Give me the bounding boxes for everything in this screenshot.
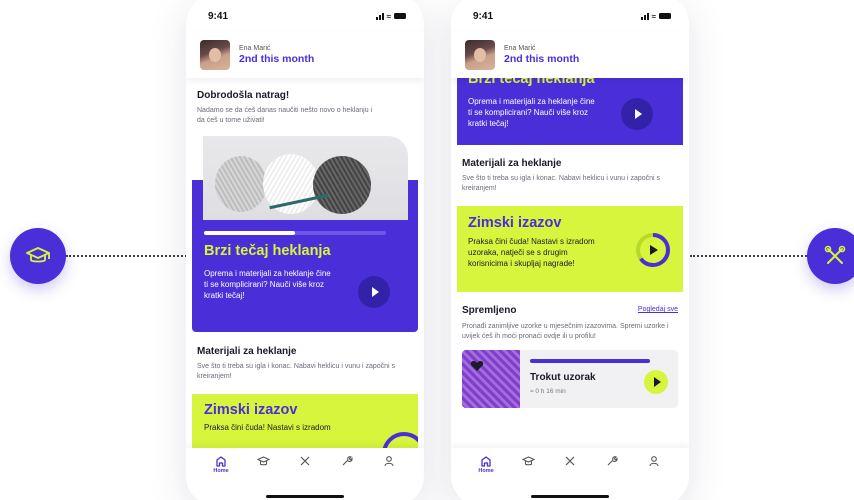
play-button[interactable] xyxy=(621,98,653,130)
user-name: Ena Marić xyxy=(504,45,536,52)
play-icon xyxy=(371,287,379,297)
crossed-tools-icon[interactable] xyxy=(807,228,854,284)
status-time: 9:41 xyxy=(208,10,229,22)
play-icon xyxy=(634,109,642,119)
pattern-play-button[interactable] xyxy=(644,370,668,394)
tab-home[interactable]: Home xyxy=(209,455,233,474)
home-icon xyxy=(481,456,491,467)
play-icon xyxy=(653,377,661,387)
showcase-stage: 9:41 ≈ Ena Marić 2nd this month Dobrodoš… xyxy=(0,0,854,500)
home-indicator xyxy=(531,495,609,498)
welcome-title: Dobrodošla natrag! xyxy=(197,90,290,101)
course-title: Brzi tečaj heklanja xyxy=(204,243,331,259)
course-text: Oprema i materijali za heklanje čine ti … xyxy=(204,269,331,300)
profile-header[interactable]: Ena Marić 2nd this month xyxy=(451,32,689,78)
pattern-image xyxy=(462,350,520,408)
tab-wrench[interactable] xyxy=(600,455,624,474)
tab-courses[interactable] xyxy=(516,455,540,474)
challenge-progress-ring[interactable] xyxy=(635,232,671,268)
status-icons: ≈ xyxy=(640,11,671,21)
tab-bar: Home xyxy=(451,448,689,500)
course-card[interactable]: Brzi tečaj heklanja Oprema i materijali … xyxy=(186,136,424,332)
user-rank: 2nd this month xyxy=(239,53,315,65)
avatar[interactable] xyxy=(465,40,495,70)
profile-header[interactable]: Ena Marić 2nd this month xyxy=(186,32,424,78)
crossed-tools-icon xyxy=(565,456,575,466)
feed[interactable]: Dobrodošla natrag! Nadamo se da ćeš dana… xyxy=(186,78,424,448)
course-progress-track xyxy=(204,231,386,235)
tab-wrench[interactable] xyxy=(335,455,359,474)
home-icon xyxy=(216,456,226,467)
challenge-text: Praksa čini čuda! Nastavi s izradom xyxy=(204,423,331,432)
challenge-text: Praksa čini čuda! Nastavi s izradom uzor… xyxy=(468,237,595,268)
tab-courses[interactable] xyxy=(251,455,275,474)
crossed-tools-icon xyxy=(300,456,310,466)
pattern-card[interactable]: Trokut uzorak ≈ 0 h 16 min xyxy=(462,350,678,408)
battery-icon xyxy=(659,13,671,19)
welcome-text: Nadamo se da ćeš danas naučiti nešto nov… xyxy=(197,107,373,124)
phone-home-scrolled: 9:41 ≈ Ena Marić 2nd this month Brzi teč… xyxy=(451,0,689,500)
pattern-duration: ≈ 0 h 16 min xyxy=(530,388,566,395)
signal-icon xyxy=(375,12,384,20)
course-card[interactable]: Brzi tečaj heklanja Oprema i materijali … xyxy=(457,78,683,145)
tab-home-label: Home xyxy=(478,468,494,474)
user-rank: 2nd this month xyxy=(504,53,580,65)
wrench-icon xyxy=(607,456,618,466)
materials-section[interactable]: Materijali za heklanje Sve što ti treba … xyxy=(451,145,689,194)
tab-tools[interactable] xyxy=(558,455,582,474)
materials-section[interactable]: Materijali za heklanje Sve što ti treba … xyxy=(186,332,424,382)
graduation-cap-icon xyxy=(521,456,535,466)
user-icon xyxy=(649,456,659,467)
wifi-icon: ≈ xyxy=(651,11,656,21)
user-name: Ena Marić xyxy=(239,45,271,52)
tab-tools[interactable] xyxy=(293,455,317,474)
challenge-card[interactable]: Zimski izazov Praksa čini čuda! Nastavi … xyxy=(192,394,418,448)
graduation-cap-icon[interactable] xyxy=(10,228,66,284)
course-progress-fill xyxy=(204,231,295,235)
status-bar: 9:41 ≈ xyxy=(186,6,424,26)
materials-title: Materijali za heklanje xyxy=(462,158,562,169)
challenge-title: Zimski izazov xyxy=(468,215,562,231)
user-icon xyxy=(384,456,394,467)
home-indicator xyxy=(266,495,344,498)
status-bar: 9:41 ≈ xyxy=(451,6,689,26)
yarn-image xyxy=(203,136,408,220)
challenge-title: Zimski izazov xyxy=(204,402,298,418)
feed[interactable]: Brzi tečaj heklanja Oprema i materijali … xyxy=(451,78,689,448)
wrench-icon xyxy=(342,456,353,466)
welcome-section: Dobrodošla natrag! Nadamo se da ćeš dana… xyxy=(186,78,424,126)
challenge-progress-ring xyxy=(382,432,418,448)
tab-bar: Home xyxy=(186,448,424,500)
pattern-title: Trokut uzorak xyxy=(530,372,596,383)
materials-title: Materijali za heklanje xyxy=(197,346,297,357)
tab-home[interactable]: Home xyxy=(474,455,498,474)
materials-text: Sve što ti treba su igla i konac. Nabavi… xyxy=(197,363,396,380)
wifi-icon: ≈ xyxy=(386,11,391,21)
signal-icon xyxy=(640,12,649,20)
view-all-link[interactable]: Pogledaj sve xyxy=(638,306,678,313)
play-button[interactable] xyxy=(358,276,390,308)
materials-text: Sve što ti treba su igla i konac. Nabavi… xyxy=(462,175,661,192)
saved-text: Pronađi zanimljive uzorke u mjesečnim iz… xyxy=(462,323,669,340)
phone-home-top: 9:41 ≈ Ena Marić 2nd this month Dobrodoš… xyxy=(186,0,424,500)
avatar[interactable] xyxy=(200,40,230,70)
tab-profile[interactable] xyxy=(377,455,401,474)
pattern-progress-fill xyxy=(530,359,650,363)
saved-section: Spremljeno Pogledaj sve Pronađi zanimlji… xyxy=(451,292,689,342)
connector-left xyxy=(66,255,190,257)
status-icons: ≈ xyxy=(375,11,406,21)
connector-right xyxy=(690,255,814,257)
heart-icon[interactable] xyxy=(470,360,484,372)
course-title: Brzi tečaj heklanja xyxy=(468,78,595,87)
pattern-progress-track xyxy=(530,359,650,363)
battery-icon xyxy=(394,13,406,19)
course-text: Oprema i materijali za heklanje čine ti … xyxy=(468,97,595,128)
status-time: 9:41 xyxy=(473,10,494,22)
challenge-card[interactable]: Zimski izazov Praksa čini čuda! Nastavi … xyxy=(457,206,683,292)
tab-profile[interactable] xyxy=(642,455,666,474)
graduation-cap-icon xyxy=(256,456,270,466)
tab-home-label: Home xyxy=(213,468,229,474)
